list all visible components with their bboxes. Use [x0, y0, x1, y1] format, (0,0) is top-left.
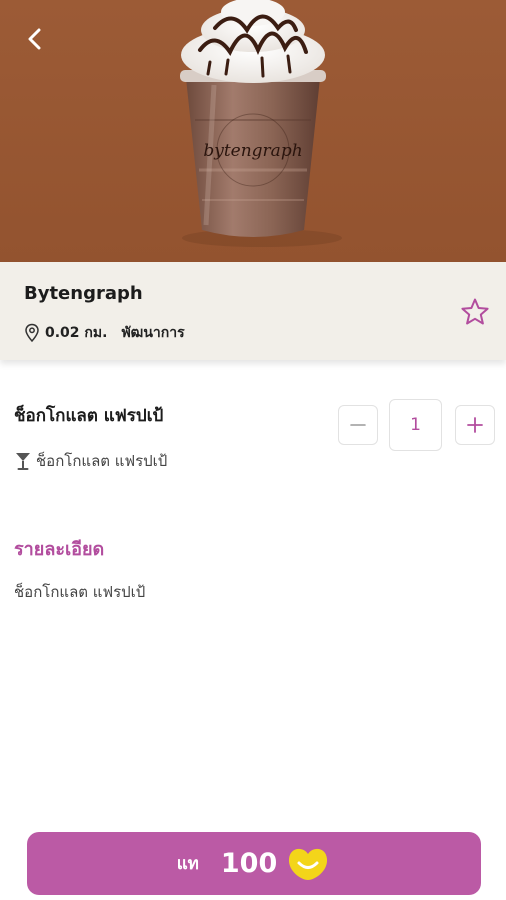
location-pin-icon [25, 323, 39, 343]
chevron-left-icon [28, 28, 41, 50]
product-category-label: ช็อกโกแลต แฟรปเป้ [36, 452, 168, 470]
plus-icon [467, 417, 483, 433]
cocktail-glass-icon [16, 453, 30, 470]
star-outline-icon [461, 298, 489, 325]
buy-button[interactable]: แท 100 [27, 832, 481, 895]
product-detail-screen: bytengraph Bytengraph 0.02 กม. พัฒนาการ … [0, 0, 506, 900]
minus-icon [350, 424, 366, 426]
quantity-value[interactable]: 1 [389, 399, 442, 451]
shop-area: พัฒนาการ [121, 325, 185, 341]
back-button[interactable] [18, 22, 52, 56]
quantity-increase-button[interactable] [455, 405, 495, 445]
product-category: ช็อกโกแลต แฟรปเป้ [14, 449, 167, 473]
product-name: ช็อกโกแลต แฟรปเป้ [14, 406, 164, 426]
shop-name[interactable]: Bytengraph [24, 283, 143, 304]
shop-location: 0.02 กม. พัฒนาการ [24, 322, 185, 344]
hero-image: bytengraph [0, 0, 506, 262]
quantity-decrease-button[interactable] [338, 405, 378, 445]
frappe-cup-illustration: bytengraph [0, 0, 506, 262]
shop-info-bar [0, 262, 506, 360]
details-description: ช็อกโกแลต แฟรปเป้ [14, 583, 146, 601]
smile-coin-icon [289, 848, 328, 880]
details-heading: รายละเอียด [14, 539, 105, 560]
buy-button-price: 100 [220, 848, 278, 879]
favorite-button[interactable] [458, 295, 492, 329]
shop-distance: 0.02 กม. [45, 325, 108, 341]
buy-button-label: แท [176, 854, 199, 874]
cup-brand-text: bytengraph [203, 141, 302, 161]
